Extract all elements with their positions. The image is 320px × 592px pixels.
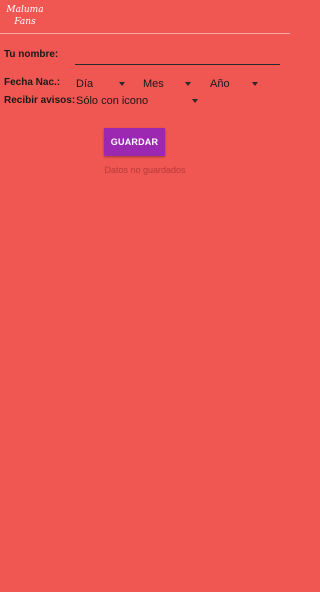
day-spinner-value: Día: [76, 78, 94, 90]
dropdown-caret-icon: [119, 82, 125, 86]
dropdown-caret-icon: [185, 82, 191, 86]
dropdown-caret-icon: [252, 82, 258, 86]
year-spinner-value: Año: [210, 78, 230, 90]
month-spinner[interactable]: Mes: [143, 76, 191, 92]
app-title: Maluma Fans: [6, 5, 44, 27]
notify-spinner[interactable]: Sólo con icono: [76, 93, 198, 109]
save-button[interactable]: GUARDAR: [104, 128, 165, 156]
year-spinner[interactable]: Año: [210, 76, 258, 92]
month-spinner-value: Mes: [143, 78, 164, 90]
notify-spinner-value: Sólo con icono: [76, 95, 149, 107]
birth-date-label: Fecha Nac.:: [4, 77, 61, 88]
dropdown-caret-icon: [192, 99, 198, 103]
day-spinner[interactable]: Día: [76, 76, 125, 92]
notify-label: Recibir avisos:: [4, 95, 76, 106]
name-label: Tu nombre:: [4, 49, 59, 60]
name-field[interactable]: [75, 46, 280, 65]
app-bar: Maluma Fans: [0, 0, 290, 34]
save-status-text: Datos no guardados: [104, 165, 186, 175]
